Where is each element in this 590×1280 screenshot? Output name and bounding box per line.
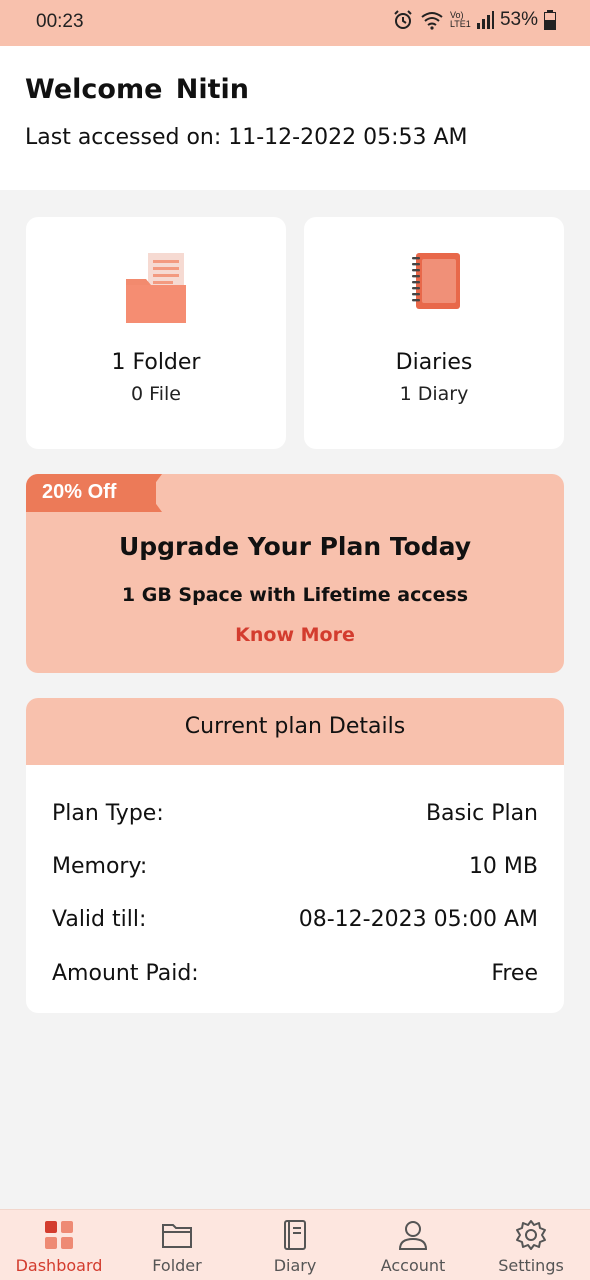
diaries-title: Diaries xyxy=(395,350,473,375)
nav-dashboard-label: Dashboard xyxy=(15,1256,103,1275)
nav-account-label: Account xyxy=(380,1256,446,1275)
nav-dashboard[interactable]: Dashboard xyxy=(0,1210,118,1280)
last-accessed-text: Last accessed on: 11-12-2022 05:53 AM xyxy=(25,125,468,150)
welcome-panel: Welcome Nitin Last accessed on: 11-12-20… xyxy=(0,46,590,190)
bottom-nav: Dashboard Folder Diary Account Settings xyxy=(0,1209,590,1280)
notebook-icon xyxy=(412,253,460,309)
upgrade-title: Upgrade Your Plan Today xyxy=(118,532,472,561)
network-label: Vo) LTE1 xyxy=(449,10,471,29)
upgrade-subtitle: 1 GB Space with Lifetime access xyxy=(121,584,469,606)
plan-row-type: Plan Type: Basic Plan xyxy=(52,801,538,831)
ribbon-notch xyxy=(148,474,162,512)
battery-percent: 53% xyxy=(499,9,538,30)
dashboard-icon xyxy=(45,1221,73,1249)
nav-diary-label: Diary xyxy=(273,1256,317,1275)
wifi-icon xyxy=(421,12,443,30)
nav-folder-label: Folder xyxy=(152,1256,202,1275)
know-more-link[interactable]: Know More xyxy=(235,624,355,646)
diary-outline-icon xyxy=(284,1220,306,1250)
valid-till-value: 08-12-2023 05:00 AM xyxy=(298,907,538,932)
plan-type-label: Plan Type: xyxy=(52,801,164,826)
gear-icon xyxy=(516,1220,546,1250)
file-count: 0 File xyxy=(131,383,181,405)
discount-label: 20% Off xyxy=(42,481,117,503)
nav-settings-label: Settings xyxy=(498,1256,564,1275)
plan-details-card: Current plan Details Plan Type: Basic Pl… xyxy=(26,698,564,1013)
amount-paid-label: Amount Paid: xyxy=(52,961,199,986)
folder-icon xyxy=(126,253,186,323)
amount-paid-value: Free xyxy=(491,961,538,986)
status-icons: Vo) LTE1 53% xyxy=(392,9,556,31)
welcome-title: Welcome Nitin xyxy=(25,74,250,105)
nav-folder[interactable]: Folder xyxy=(118,1210,236,1280)
diary-card[interactable]: Diaries 1 Diary xyxy=(304,217,564,449)
nav-settings[interactable]: Settings xyxy=(472,1210,590,1280)
plan-type-value: Basic Plan xyxy=(425,801,538,826)
account-icon xyxy=(398,1221,428,1250)
memory-value: 10 MB xyxy=(468,854,538,879)
nav-account[interactable]: Account xyxy=(354,1210,472,1280)
diary-count: 1 Diary xyxy=(399,383,469,405)
plan-row-amount: Amount Paid: Free xyxy=(52,961,538,991)
valid-till-label: Valid till: xyxy=(52,907,147,932)
status-time: 00:23 xyxy=(36,11,84,32)
nav-diary[interactable]: Diary xyxy=(236,1210,354,1280)
memory-label: Memory: xyxy=(52,854,148,879)
signal-icon xyxy=(476,11,494,29)
folder-count: 1 Folder xyxy=(111,350,201,375)
folder-card[interactable]: 1 Folder 0 File xyxy=(26,217,286,449)
status-bar: 00:23 Vo) LTE1 53% xyxy=(0,0,590,46)
battery-icon xyxy=(544,10,556,30)
plan-row-memory: Memory: 10 MB xyxy=(52,854,538,884)
plan-header: Current plan Details xyxy=(26,698,564,765)
plan-header-title: Current plan Details xyxy=(184,714,406,739)
plan-row-valid: Valid till: 08-12-2023 05:00 AM xyxy=(52,907,538,937)
folder-outline-icon xyxy=(162,1224,192,1248)
alarm-icon xyxy=(394,10,412,29)
upgrade-banner: 20% Off Upgrade Your Plan Today 1 GB Spa… xyxy=(26,474,564,673)
